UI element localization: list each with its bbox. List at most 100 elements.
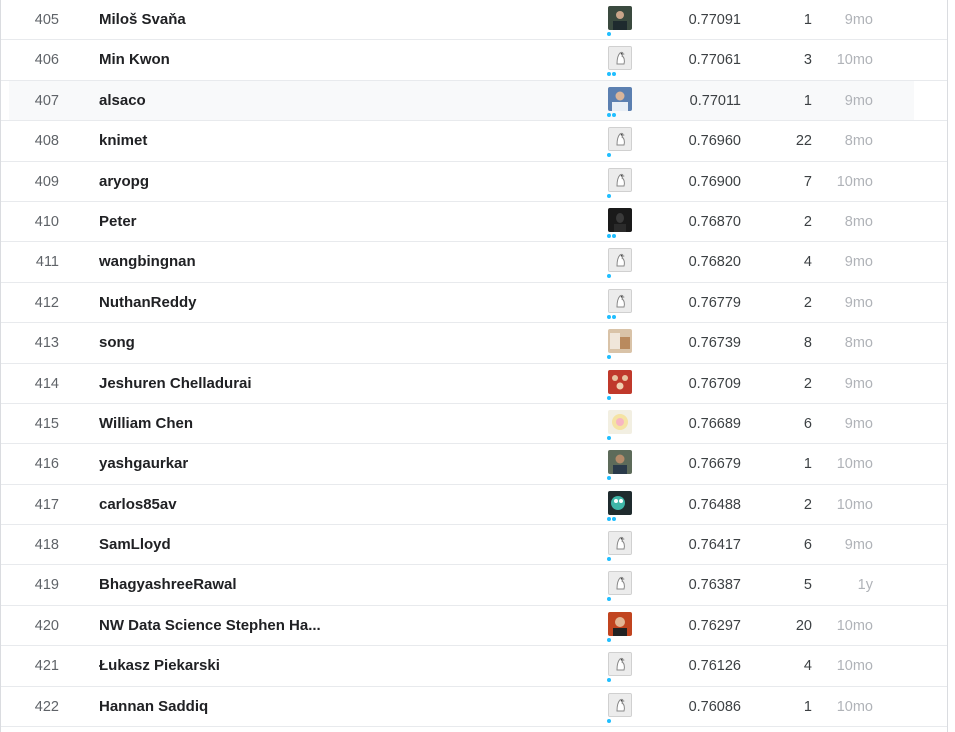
rank-value: 420 <box>34 617 59 634</box>
entries-count: 3 <box>803 52 812 69</box>
rank-value: 417 <box>34 496 59 513</box>
team-name-link[interactable]: Jeshuren Chelladurai <box>99 375 252 392</box>
leaderboard-row[interactable]: 408 knimet 0.76960 22 8mo <box>1 121 947 162</box>
tier-dots-icon <box>607 678 611 683</box>
avatar[interactable] <box>608 167 632 192</box>
team-name-link[interactable]: William Chen <box>99 415 193 432</box>
leaderboard-row[interactable]: 414 Jeshuren Chelladurai 0.76709 2 9mo <box>1 364 947 404</box>
team-name-link[interactable]: Łukasz Piekarski <box>99 657 220 674</box>
team-name-link[interactable]: Miloš Svaňa <box>99 11 186 28</box>
leaderboard-row[interactable]: 418 SamLloyd 0.76417 6 9mo <box>1 525 947 566</box>
team-name-link[interactable]: BhagyashreeRawal <box>99 576 237 593</box>
avatar[interactable] <box>608 329 632 354</box>
avatar[interactable] <box>608 531 632 556</box>
team-name-link[interactable]: carlos85av <box>99 496 177 513</box>
leaderboard-row[interactable]: 405 Miloš Svaňa 0.77091 1 9mo <box>1 0 947 41</box>
score-value: 0.76387 <box>688 577 741 594</box>
tier-dots-icon <box>607 32 611 36</box>
leaderboard-row[interactable]: 419 BhagyashreeRawal 0.76387 5 1y <box>1 565 947 606</box>
team-name-link[interactable]: alsaco <box>99 92 146 109</box>
leaderboard-row[interactable]: 422 Hannan Saddiq 0.76086 1 10mo <box>1 687 947 728</box>
entries-count: 1 <box>803 698 812 715</box>
team-name-link[interactable]: aryopg <box>99 173 149 190</box>
entries-count: 1 <box>803 12 812 28</box>
last-submission: 9mo <box>844 12 873 28</box>
entries-count: 22 <box>795 133 812 150</box>
leaderboard-row[interactable]: 420 NW Data Science Stephen Ha... 0.76297 2… <box>1 606 947 647</box>
entries-count: 8 <box>803 335 812 352</box>
avatar[interactable] <box>608 369 632 394</box>
tier-dots-icon <box>607 557 611 562</box>
tier-dots-icon <box>607 718 611 723</box>
leaderboard-row[interactable]: 409 aryopg 0.76900 7 10mo <box>1 162 947 202</box>
score-value: 0.77061 <box>688 52 741 69</box>
rank-value: 406 <box>34 52 59 69</box>
avatar[interactable] <box>608 127 632 152</box>
rank-value: 422 <box>34 698 59 715</box>
last-submission: 9mo <box>844 375 873 392</box>
avatar[interactable] <box>608 86 632 111</box>
team-name-link[interactable]: Peter <box>99 213 137 230</box>
avatar[interactable] <box>608 248 632 273</box>
entries-count: 2 <box>803 294 812 311</box>
team-name-link[interactable]: NW Data Science Stephen Ha... <box>99 617 321 634</box>
rank-value: 408 <box>34 133 59 150</box>
score-value: 0.76900 <box>688 173 741 190</box>
avatar[interactable] <box>608 490 632 515</box>
score-value: 0.76960 <box>688 133 741 150</box>
team-name-link[interactable]: NuthanReddy <box>99 294 197 311</box>
last-submission: 8mo <box>844 213 873 230</box>
avatar[interactable] <box>608 652 632 677</box>
score-value: 0.76126 <box>688 658 741 675</box>
team-name-link[interactable]: knimet <box>99 132 147 149</box>
leaderboard-row[interactable]: 416 yashgaurkar 0.76679 1 10mo <box>1 444 947 485</box>
avatar[interactable] <box>608 46 632 71</box>
leaderboard-row[interactable]: 415 William Chen 0.76689 6 9mo <box>1 404 947 445</box>
score-value: 0.76779 <box>688 294 741 311</box>
score-value: 0.76679 <box>688 456 741 473</box>
tier-dots-icon <box>607 314 616 319</box>
team-name-link[interactable]: Hannan Saddiq <box>99 698 208 715</box>
avatar[interactable] <box>608 288 632 313</box>
leaderboard-row[interactable]: 407 alsaco 0.77011 1 9mo <box>1 80 947 122</box>
entries-count: 7 <box>803 173 812 190</box>
tier-dots-icon <box>607 274 611 279</box>
team-name-link[interactable]: song <box>99 334 135 351</box>
leaderboard-row[interactable]: 417 carlos85av 0.76488 2 10mo <box>1 485 947 526</box>
last-submission: 9mo <box>844 92 873 109</box>
last-submission: 10mo <box>836 658 873 675</box>
avatar[interactable] <box>608 207 632 232</box>
entries-count: 4 <box>803 658 812 675</box>
score-value: 0.77011 <box>689 92 741 109</box>
leaderboard-row[interactable]: 421 Łukasz Piekarski 0.76126 4 10mo <box>1 646 947 687</box>
leaderboard-table: 405 Miloš Svaňa 0.77091 1 9mo 406 Min Kwon 0.77… <box>0 0 948 732</box>
avatar[interactable] <box>608 409 632 434</box>
tier-dots-icon <box>607 476 611 481</box>
team-name-link[interactable]: Min Kwon <box>99 51 170 68</box>
avatar[interactable] <box>608 450 632 475</box>
team-name-link[interactable]: wangbingnan <box>99 253 196 270</box>
entries-count: 20 <box>795 617 812 634</box>
rank-value: 405 <box>34 12 59 28</box>
last-submission: 9mo <box>844 537 873 554</box>
score-value: 0.76297 <box>688 617 741 634</box>
leaderboard-row[interactable]: 413 song 0.76739 8 8mo <box>1 323 947 364</box>
entries-count: 1 <box>803 456 812 473</box>
leaderboard-row[interactable]: 411 wangbingnan 0.76820 4 9mo <box>1 242 947 283</box>
entries-count: 6 <box>803 537 812 554</box>
leaderboard-row[interactable]: 410 Peter 0.76870 2 8mo <box>1 202 947 243</box>
avatar[interactable] <box>608 6 632 30</box>
leaderboard-row[interactable]: 406 Min Kwon 0.77061 3 10mo <box>1 40 947 81</box>
team-name-link[interactable]: yashgaurkar <box>99 455 188 472</box>
tier-dots-icon <box>607 637 611 642</box>
avatar[interactable] <box>608 571 632 596</box>
avatar[interactable] <box>608 611 632 636</box>
team-name-link[interactable]: SamLloyd <box>99 536 171 553</box>
entries-count: 5 <box>803 577 812 594</box>
rank-value: 409 <box>34 173 59 190</box>
avatar[interactable] <box>608 692 632 717</box>
leaderboard-row[interactable]: 412 NuthanReddy 0.76779 2 9mo <box>1 283 947 324</box>
tier-dots-icon <box>607 435 611 440</box>
tier-dots-icon <box>607 597 611 602</box>
last-submission: 10mo <box>836 456 873 473</box>
